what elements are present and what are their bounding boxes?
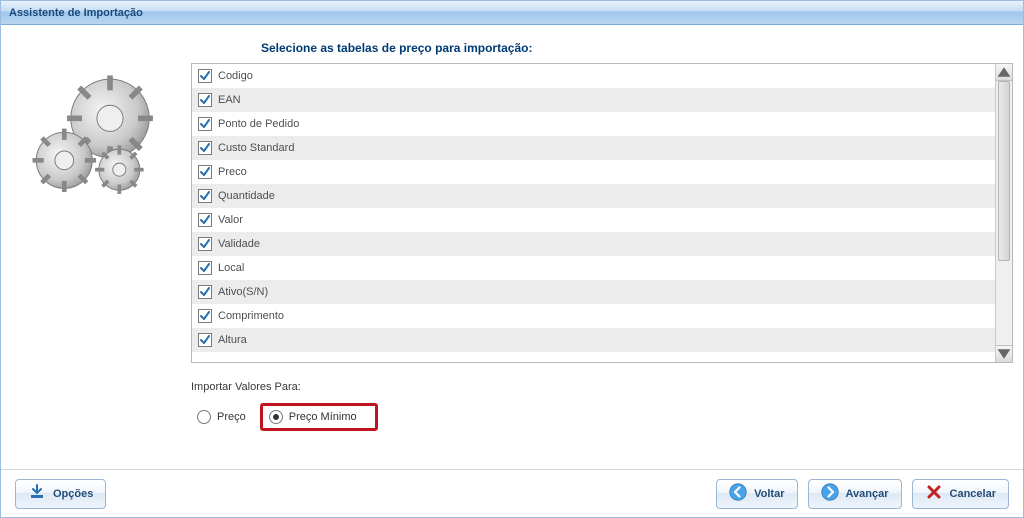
- wizard-sidebar: [11, 37, 181, 463]
- radio-icon[interactable]: [269, 410, 283, 424]
- tables-listbox-items: Codigo EAN Ponto de Pedido Custo Standard Pr…: [192, 64, 995, 362]
- next-arrow-icon: [821, 483, 839, 504]
- scroll-track[interactable]: [996, 81, 1012, 345]
- table-row-label: Valor: [218, 214, 243, 226]
- download-icon: [28, 483, 46, 504]
- window-title: Assistente de Importação: [9, 7, 143, 19]
- table-row[interactable]: Altura: [192, 328, 995, 352]
- table-row[interactable]: Valor: [192, 208, 995, 232]
- wizard-main: Selecione as tabelas de preço para impor…: [191, 37, 1013, 463]
- scroll-down-button[interactable]: [996, 345, 1012, 362]
- checkbox-icon[interactable]: [198, 93, 212, 107]
- checkbox-icon[interactable]: [198, 69, 212, 83]
- table-row-label: Comprimento: [218, 310, 284, 322]
- back-button[interactable]: Voltar: [716, 479, 797, 509]
- close-icon: [925, 483, 943, 504]
- import-wizard-window: Assistente de Importação: [0, 0, 1024, 518]
- table-row[interactable]: Custo Standard: [192, 136, 995, 160]
- table-row[interactable]: Ponto de Pedido: [192, 112, 995, 136]
- checkbox-icon[interactable]: [198, 189, 212, 203]
- table-row-label: Custo Standard: [218, 142, 294, 154]
- next-button-label: Avançar: [846, 488, 889, 500]
- table-row[interactable]: Codigo: [192, 64, 995, 88]
- table-row[interactable]: Validade: [192, 232, 995, 256]
- checkbox-icon[interactable]: [198, 213, 212, 227]
- footer-bar: Opções Voltar Avançar: [1, 469, 1023, 517]
- table-row-label: EAN: [218, 94, 241, 106]
- table-row[interactable]: Quantidade: [192, 184, 995, 208]
- cancel-button-label: Cancelar: [950, 488, 996, 500]
- table-row[interactable]: Local: [192, 256, 995, 280]
- table-row-label: Ativo(S/N): [218, 286, 268, 298]
- table-row-label: Preco: [218, 166, 247, 178]
- content-area: Selecione as tabelas de preço para impor…: [1, 25, 1023, 469]
- checkbox-icon[interactable]: [198, 237, 212, 251]
- gears-icon: [21, 67, 171, 210]
- checkbox-icon[interactable]: [198, 333, 212, 347]
- instruction-text: Selecione as tabelas de preço para impor…: [191, 37, 1013, 63]
- checkbox-icon[interactable]: [198, 165, 212, 179]
- import-target-label: Importar Valores Para:: [191, 381, 1013, 393]
- import-target-section: Importar Valores Para: Preço Preço Mínimo: [191, 381, 1013, 431]
- back-arrow-icon: [729, 483, 747, 504]
- radio-option-label: Preço Mínimo: [289, 411, 357, 423]
- table-row-label: Ponto de Pedido: [218, 118, 299, 130]
- table-row-label: Codigo: [218, 70, 253, 82]
- radio-icon[interactable]: [197, 410, 211, 424]
- options-button[interactable]: Opções: [15, 479, 106, 509]
- next-button[interactable]: Avançar: [808, 479, 902, 509]
- titlebar: Assistente de Importação: [1, 1, 1023, 25]
- table-row[interactable]: Comprimento: [192, 304, 995, 328]
- checkbox-icon[interactable]: [198, 141, 212, 155]
- import-target-options: Preço Preço Mínimo: [191, 403, 1013, 431]
- table-row-label: Validade: [218, 238, 260, 250]
- scroll-up-button[interactable]: [996, 64, 1012, 81]
- listbox-scrollbar[interactable]: [995, 64, 1012, 362]
- checkbox-icon[interactable]: [198, 309, 212, 323]
- table-row-label: Quantidade: [218, 190, 275, 202]
- checkbox-icon[interactable]: [198, 285, 212, 299]
- checkbox-icon[interactable]: [198, 261, 212, 275]
- radio-option-label: Preço: [217, 411, 246, 423]
- checkbox-icon[interactable]: [198, 117, 212, 131]
- table-row-label: Altura: [218, 334, 247, 346]
- table-row[interactable]: Ativo(S/N): [192, 280, 995, 304]
- radio-option[interactable]: Preço: [197, 403, 246, 431]
- back-button-label: Voltar: [754, 488, 784, 500]
- table-row-label: Local: [218, 262, 244, 274]
- tables-listbox: Codigo EAN Ponto de Pedido Custo Standard Pr…: [191, 63, 1013, 363]
- options-button-label: Opções: [53, 488, 93, 500]
- table-row[interactable]: EAN: [192, 88, 995, 112]
- cancel-button[interactable]: Cancelar: [912, 479, 1009, 509]
- scroll-thumb[interactable]: [998, 81, 1010, 261]
- table-row[interactable]: Preco: [192, 160, 995, 184]
- radio-option[interactable]: Preço Mínimo: [260, 403, 378, 431]
